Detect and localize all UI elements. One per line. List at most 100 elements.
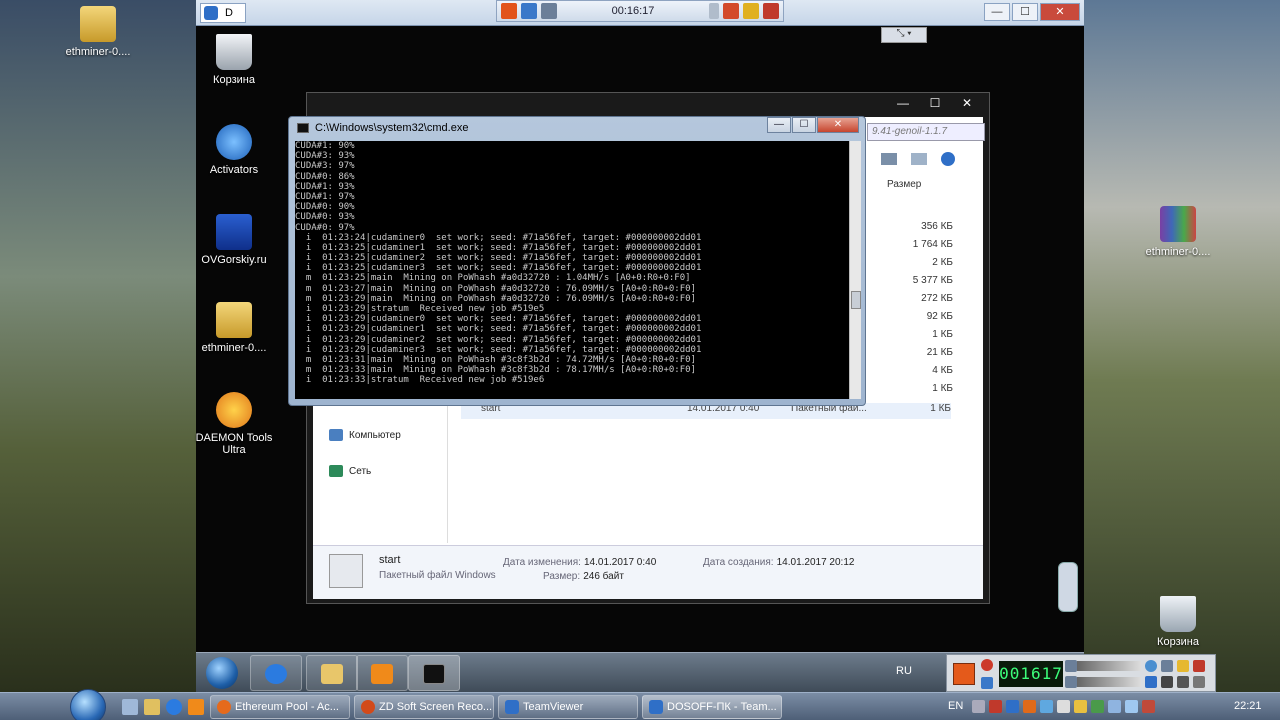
taskbar-task-ethereum-pool[interactable]: Ethereum Pool - Ac... xyxy=(210,695,350,719)
show-desktop-icon[interactable] xyxy=(122,699,138,715)
microphone-icon[interactable] xyxy=(1065,676,1077,688)
nav-item-network[interactable]: Сеть xyxy=(315,453,401,489)
record-stop-icon[interactable] xyxy=(501,3,517,19)
minimize-button[interactable]: — xyxy=(767,117,791,133)
cmd-title: C:\Windows\system32\cmd.exe xyxy=(315,122,469,134)
close-button[interactable]: ✕ xyxy=(817,117,859,133)
folder-icon[interactable] xyxy=(1177,660,1189,672)
speaker-volume-meter[interactable] xyxy=(1077,661,1141,671)
column-header-size[interactable]: Размер xyxy=(887,179,921,190)
refresh-icon[interactable] xyxy=(723,3,739,19)
taskbar-task-dosoff-session[interactable]: DOSOFF-ПК - Team... xyxy=(642,695,782,719)
grid-icon[interactable] xyxy=(1161,676,1173,688)
clock[interactable]: 22:21 xyxy=(1234,700,1262,712)
zd-tray-icon[interactable] xyxy=(1023,700,1036,713)
zd-recorder-icon xyxy=(361,700,375,714)
console-line: CUDA#0: 93% xyxy=(295,212,355,223)
size-cell: 1 КБ xyxy=(932,383,953,394)
record-area-icon[interactable] xyxy=(1145,676,1157,688)
tray-arrow-icon[interactable] xyxy=(972,700,985,713)
taskbar-cmd[interactable] xyxy=(408,655,460,691)
taskbar-task-zd-soft[interactable]: ZD Soft Screen Reco... xyxy=(354,695,494,719)
media-player-icon[interactable] xyxy=(188,699,204,715)
scrollbar-thumb[interactable] xyxy=(851,291,861,309)
console-line: i 01:23:29|cudaminer0 set work; seed: #7… xyxy=(295,314,702,325)
remote-icon-activators[interactable]: Activators xyxy=(194,124,274,176)
taskbar-media[interactable] xyxy=(356,655,408,691)
gear-icon[interactable] xyxy=(1161,660,1173,672)
network-icon[interactable] xyxy=(1040,700,1053,713)
details-created: Дата создания: 14.01.2017 20:12 xyxy=(703,556,854,568)
preview-pane-icon[interactable] xyxy=(911,153,927,165)
minimize-button[interactable]: — xyxy=(984,3,1010,21)
teamviewer-tray-icon[interactable] xyxy=(1006,700,1019,713)
display-icon[interactable] xyxy=(1108,700,1121,713)
window-controls: — ☐ ✕ xyxy=(767,117,859,133)
console-line: CUDA#3: 97% xyxy=(295,161,355,172)
close-button[interactable]: ✕ xyxy=(953,95,981,111)
remote-icon-daemon-tools[interactable]: DAEMON Tools Ultra xyxy=(194,392,274,456)
recorder-tray-icon[interactable] xyxy=(1142,700,1155,713)
internet-explorer-icon[interactable] xyxy=(166,699,182,715)
cmd-titlebar[interactable]: C:\Windows\system32\cmd.exe — ☐ ✕ xyxy=(289,117,865,139)
speaker-icon[interactable] xyxy=(1065,660,1077,672)
remote-icon-ethminer-folder[interactable]: ethminer-0.... xyxy=(194,302,274,354)
close-icon[interactable] xyxy=(1193,660,1205,672)
remote-side-handle[interactable] xyxy=(1058,562,1078,612)
view-options-icon[interactable] xyxy=(881,153,897,165)
explorer-quicklaunch-icon[interactable] xyxy=(144,699,160,715)
pause-icon[interactable] xyxy=(521,3,537,19)
antivirus-icon[interactable] xyxy=(989,700,1002,713)
lock-icon[interactable] xyxy=(743,3,759,19)
teamviewer-tab[interactable]: D xyxy=(200,3,246,23)
close-button[interactable]: ✕ xyxy=(1040,3,1080,21)
cmd-window[interactable]: C:\Windows\system32\cmd.exe — ☐ ✕ CUDA#1… xyxy=(288,116,866,406)
details-file-type: Пакетный файл Windows xyxy=(379,570,496,581)
address-bar[interactable]: 9.41-genoil-1.1.7 xyxy=(867,123,985,141)
help-icon[interactable] xyxy=(941,152,955,166)
remote-icon-ovgorskiy[interactable]: OVGorskiy.ru xyxy=(194,214,274,266)
bluetooth-icon[interactable] xyxy=(1125,700,1138,713)
size-column: 356 КБ 1 764 КБ 2 КБ 5 377 КБ 272 КБ 92 … xyxy=(867,221,953,401)
desktop-icon-ethminer-rar[interactable]: ethminer-0.... xyxy=(1138,206,1218,258)
close-icon[interactable] xyxy=(763,3,779,19)
tab-label: D xyxy=(225,7,233,19)
size-cell: 1 764 КБ xyxy=(912,239,953,250)
action-center-icon[interactable] xyxy=(1074,700,1087,713)
camera-icon[interactable] xyxy=(541,3,557,19)
menu-icon[interactable] xyxy=(1193,676,1205,688)
console-scrollbar[interactable] xyxy=(849,141,861,399)
folder-zip-icon xyxy=(216,302,252,338)
alarm-clock-icon[interactable] xyxy=(981,659,993,671)
language-indicator[interactable]: EN xyxy=(948,700,963,712)
mic-volume-meter[interactable] xyxy=(1077,677,1141,687)
record-stop-button[interactable] xyxy=(953,663,975,685)
nav-item-computer[interactable]: Компьютер xyxy=(315,417,401,453)
remote-language-indicator[interactable]: RU xyxy=(896,665,912,677)
start-button[interactable] xyxy=(206,657,238,689)
console-line: i 01:23:25|cudaminer1 set work; seed: #7… xyxy=(295,242,702,253)
maximize-button[interactable]: ☐ xyxy=(1012,3,1038,21)
chevron-down-icon[interactable] xyxy=(709,3,719,19)
remote-view-control[interactable]: ⤡ ▾ xyxy=(881,27,927,43)
console-output[interactable]: CUDA#1: 90% CUDA#3: 93% CUDA#3: 97% CUDA#0:… xyxy=(295,141,849,399)
taskbar-explorer[interactable] xyxy=(306,655,358,691)
recorder-widget: 001617 xyxy=(946,654,1216,692)
file-size: 1 КБ xyxy=(930,403,951,414)
taskbar-ie[interactable] xyxy=(250,655,302,691)
start-button[interactable] xyxy=(70,689,106,720)
maximize-button[interactable]: ☐ xyxy=(792,117,816,133)
volume-icon[interactable] xyxy=(1057,700,1070,713)
update-icon[interactable] xyxy=(1091,700,1104,713)
desktop-icon-recycle-bin[interactable]: Корзина xyxy=(1138,596,1218,648)
minimize-button[interactable]: — xyxy=(889,95,917,111)
pause-icon[interactable] xyxy=(981,677,993,689)
webcam-icon[interactable] xyxy=(1145,660,1157,672)
hotkey-icon[interactable] xyxy=(1177,676,1189,688)
desktop-icon-ethminer-folder[interactable]: ethminer-0.... xyxy=(58,6,138,58)
nav-divider xyxy=(447,393,448,543)
remote-icon-recycle-bin[interactable]: Корзина xyxy=(194,34,274,86)
maximize-button[interactable]: ☐ xyxy=(921,95,949,111)
taskbar-task-teamviewer[interactable]: TeamViewer xyxy=(498,695,638,719)
explorer-toolbar xyxy=(867,147,985,171)
